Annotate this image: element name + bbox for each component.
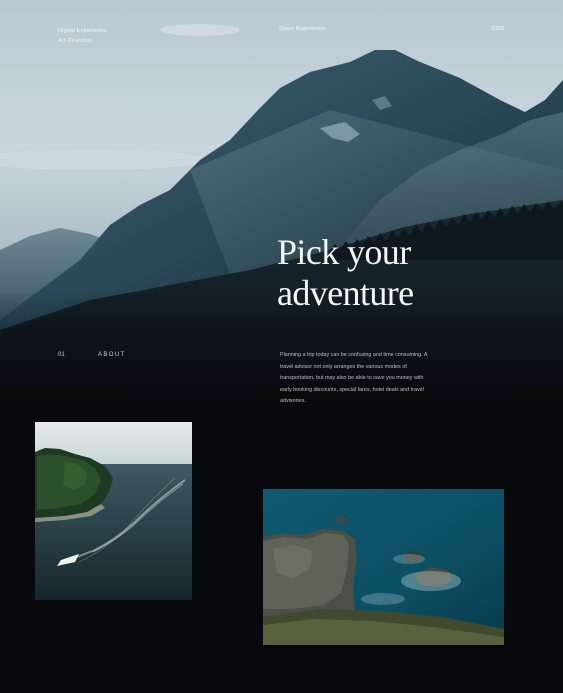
about-paragraph: Planning a trip today can be confusing a…	[280, 352, 428, 405]
section-label-about[interactable]: ABOUT	[98, 352, 126, 358]
sea-cliff-photo	[263, 489, 504, 645]
top-bar: Digital Experience Art Direction Slava B…	[0, 26, 563, 56]
headline-line-1: Pick your	[277, 232, 411, 272]
section-number: 01	[58, 352, 65, 358]
year-label: 2020	[491, 26, 505, 32]
author-name[interactable]: Slava Bogomolov	[279, 26, 326, 32]
headline-line-2: adventure	[277, 273, 414, 313]
hero-headline: Pick your adventure	[277, 232, 414, 314]
tagline-line-1: Digital Experience	[58, 28, 107, 34]
tagline-line-2: Art Direction	[58, 38, 92, 44]
page: Digital Experience Art Direction Slava B…	[0, 0, 563, 693]
tagline: Digital Experience Art Direction	[58, 26, 107, 46]
boat-coast-photo	[35, 422, 192, 600]
